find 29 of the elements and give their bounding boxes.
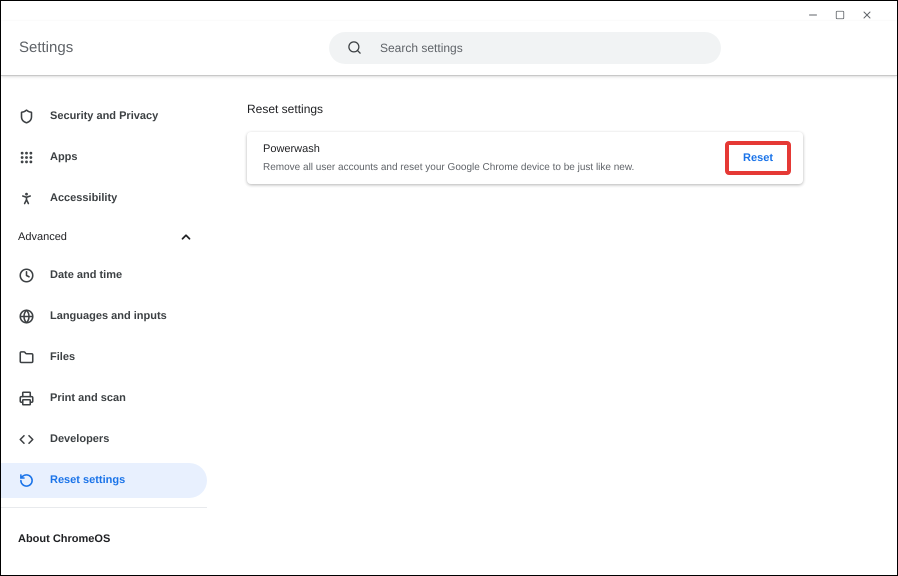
sidebar-item[interactable]: Developers — [1, 422, 207, 457]
globe-icon — [19, 309, 34, 324]
search-icon — [347, 40, 362, 55]
code-icon — [19, 432, 34, 447]
sidebar-item[interactable]: Apps — [1, 140, 207, 175]
sidebar-item[interactable]: Date and time — [1, 258, 207, 293]
app-grid-icon — [19, 150, 34, 165]
shield-icon — [19, 109, 34, 124]
close-icon[interactable] — [861, 9, 873, 21]
card-title: Powerwash — [263, 142, 321, 157]
window-title: Settings — [18, 38, 74, 58]
sidebar-item[interactable]: Languages and inputs — [1, 299, 207, 334]
accessibility-icon — [19, 191, 34, 206]
section-label: Advanced — [18, 230, 67, 245]
sidebar-item[interactable]: Accessibility — [1, 181, 207, 216]
clock-icon — [19, 268, 34, 283]
reset-button[interactable]: Reset — [725, 141, 791, 175]
reset-icon — [19, 473, 34, 488]
card-description: Remove all user accounts and reset your Google Chrome device to be just like new. — [263, 161, 634, 176]
folder-icon — [19, 350, 34, 365]
sidebar-item[interactable]: Security and Privacy — [1, 99, 207, 134]
printer-icon — [19, 391, 34, 406]
sidebar-item[interactable]: Files — [1, 340, 207, 375]
page-heading: Reset settings — [247, 101, 324, 118]
sidebar-item[interactable]: Print and scan — [1, 381, 207, 416]
sidebar-item[interactable]: Reset settings — [1, 463, 207, 498]
sidebar-link[interactable]: About ChromeOS — [1, 533, 110, 545]
maximize-icon[interactable] — [835, 10, 845, 20]
search-field[interactable]: Search settings — [329, 32, 721, 64]
